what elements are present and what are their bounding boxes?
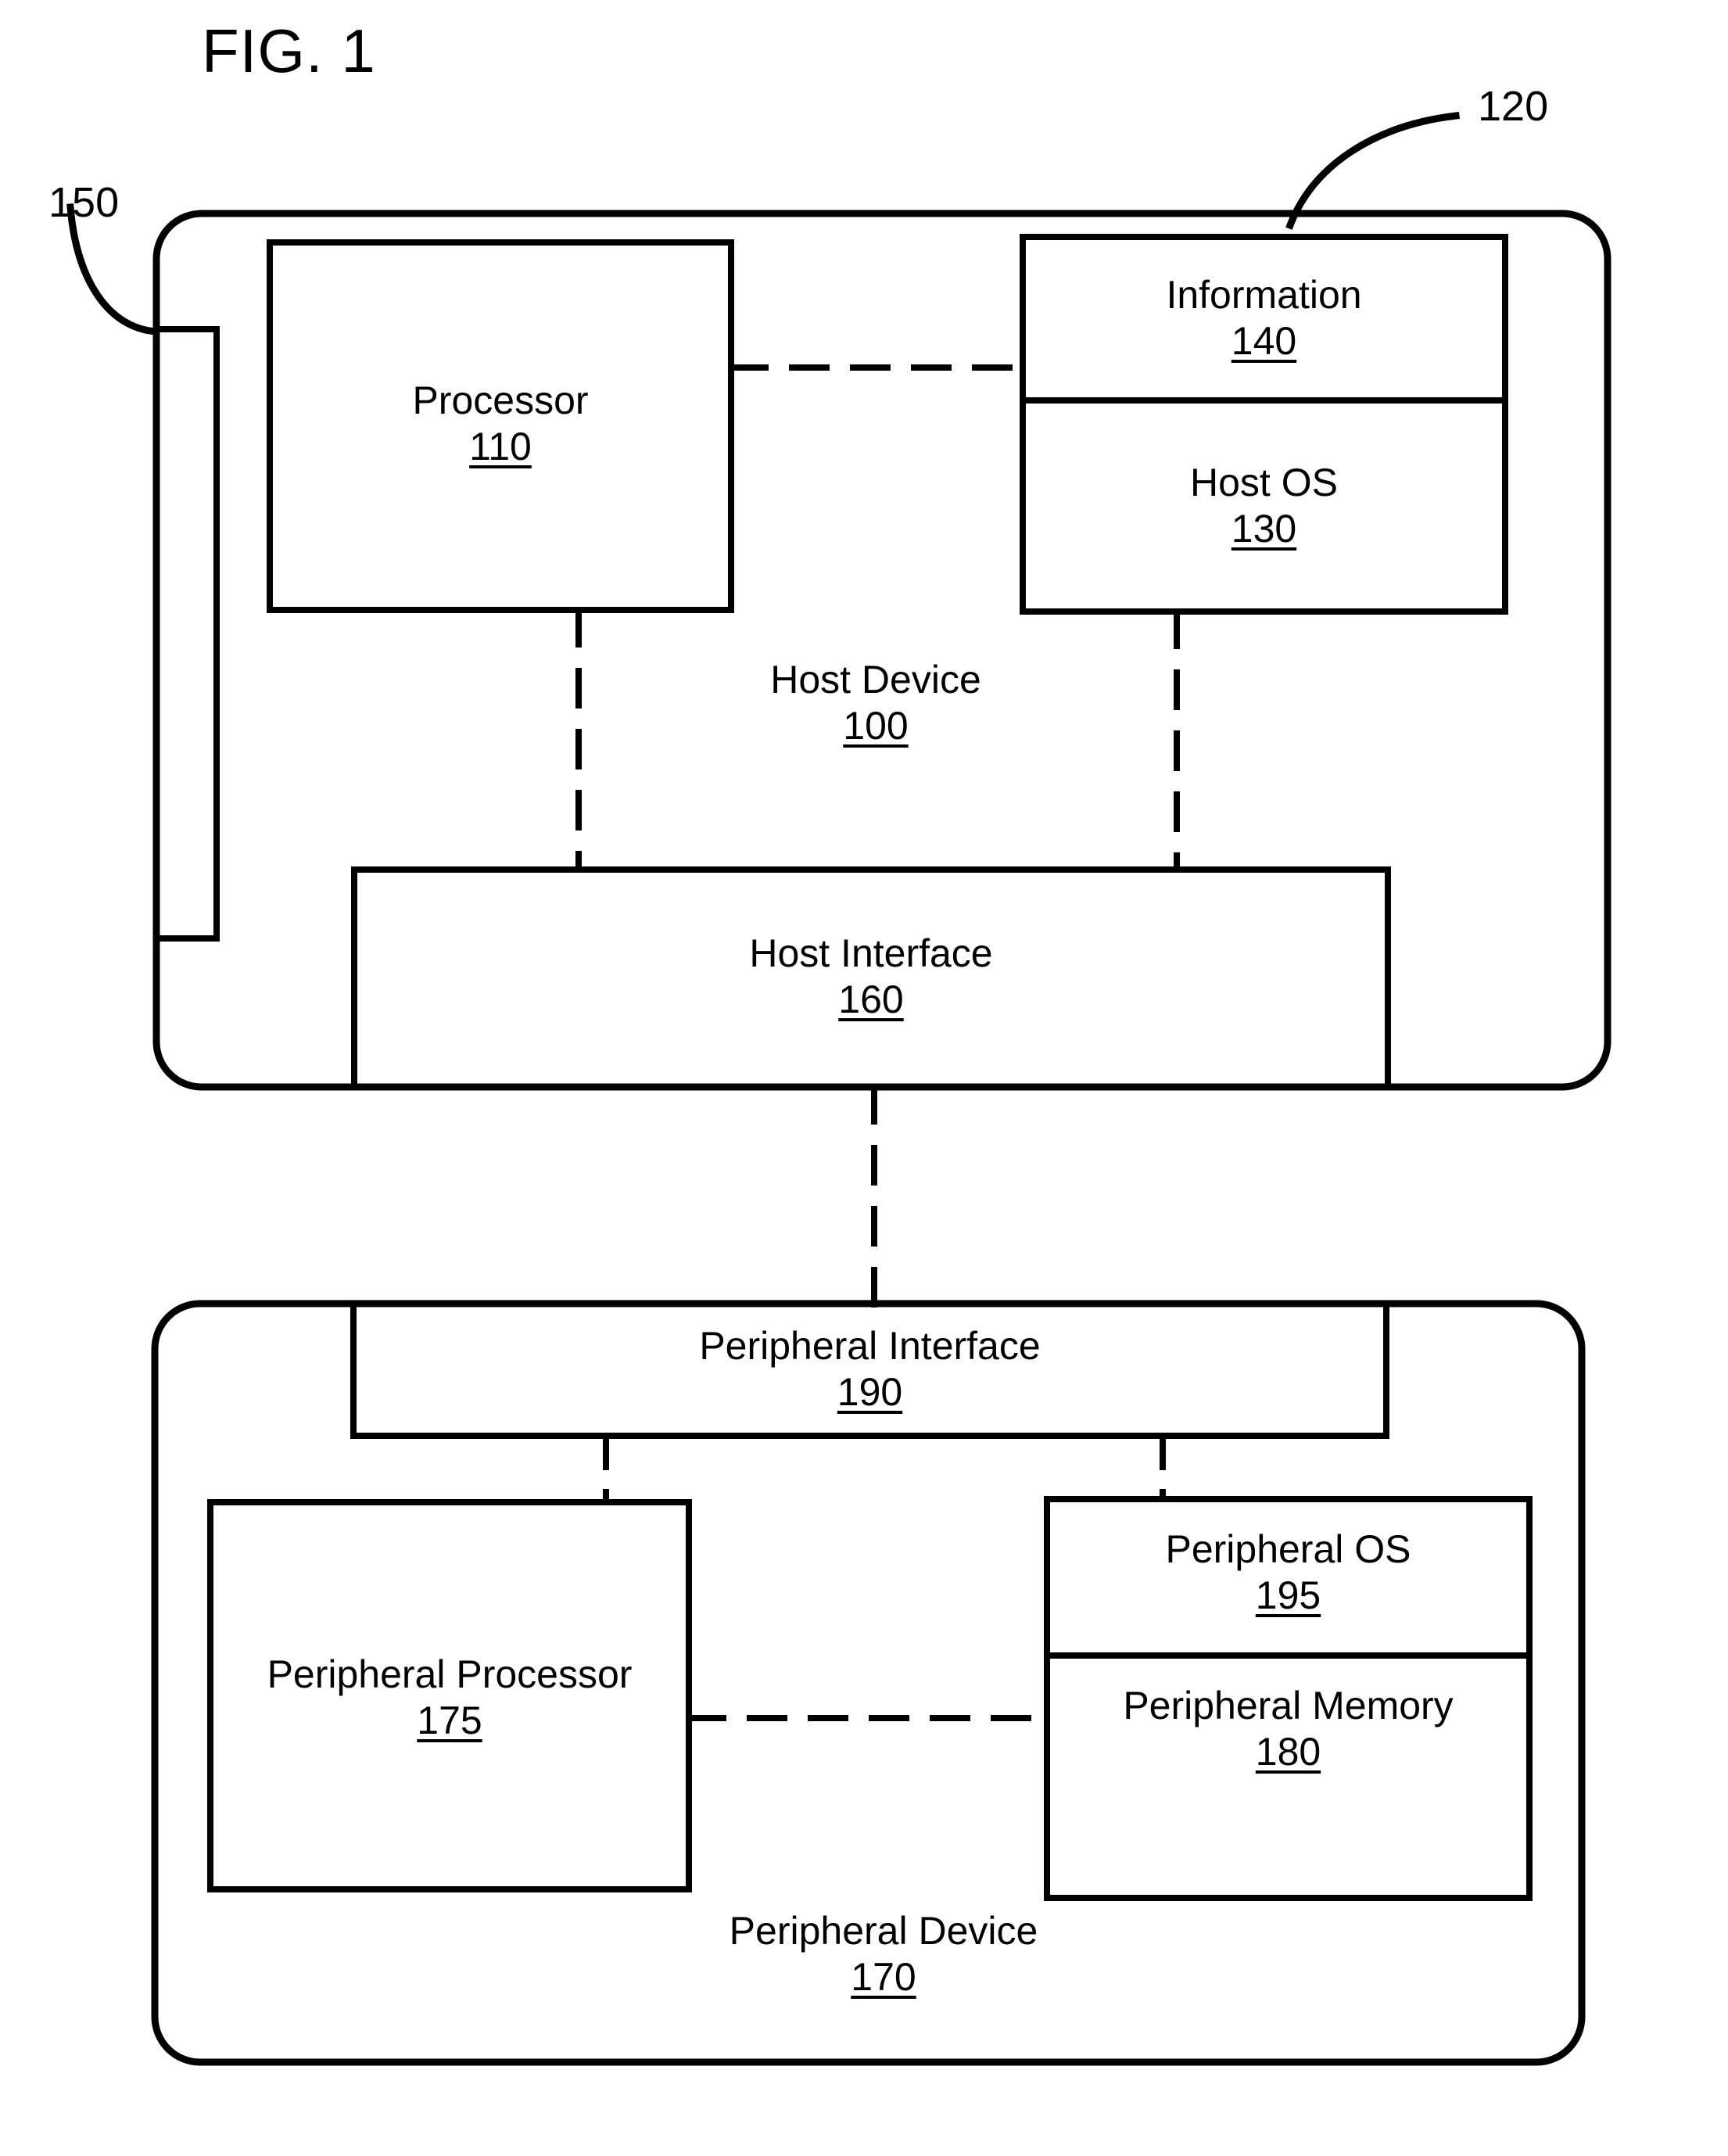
peripheral-interface-ref: 190 [837, 1370, 903, 1414]
host-interface-ref: 160 [838, 978, 904, 1021]
port-connector-150 [153, 326, 220, 942]
host-device-ref: 100 [843, 704, 909, 748]
host-interface-label: Host Interface 160 [354, 931, 1388, 1023]
peripheral-memory-ref: 180 [1255, 1730, 1321, 1774]
host-os-name: Host OS [1190, 461, 1338, 504]
information-name: Information [1166, 273, 1362, 317]
peripheral-device-ref: 170 [851, 1955, 916, 1999]
peripheral-device-name: Peripheral Device [729, 1909, 1038, 1953]
peripheral-device-label: Peripheral Device 170 [649, 1908, 1118, 2000]
peripheral-memory-name: Peripheral Memory [1123, 1684, 1454, 1727]
figure-title: FIG. 1 [202, 16, 376, 85]
information-label: Information 140 [1023, 272, 1505, 364]
peripheral-processor-name: Peripheral Processor [267, 1652, 633, 1696]
peripheral-os-name: Peripheral OS [1165, 1527, 1411, 1571]
peripheral-processor-ref: 175 [417, 1699, 482, 1742]
callout-ref-150: 150 [48, 179, 120, 226]
patent-figure-1: FIG. 1 120 150 Processor 110 Information… [0, 0, 1728, 2156]
host-os-ref: 130 [1231, 507, 1297, 551]
peripheral-interface-label: Peripheral Interface 190 [353, 1323, 1386, 1415]
peripheral-os-label: Peripheral OS 195 [1047, 1526, 1529, 1619]
peripheral-processor-label: Peripheral Processor 175 [191, 1652, 708, 1744]
callout-ref-120: 120 [1478, 83, 1549, 130]
callout-leader-120 [1285, 112, 1460, 230]
processor-ref: 110 [469, 425, 532, 468]
peripheral-os-ref: 195 [1255, 1573, 1321, 1617]
host-device-label: Host Device 100 [641, 657, 1110, 749]
host-interface-name: Host Interface [749, 931, 993, 975]
information-ref: 140 [1231, 319, 1297, 363]
processor-label: Processor 110 [270, 378, 731, 470]
processor-name: Processor [412, 378, 589, 422]
peripheral-interface-name: Peripheral Interface [699, 1324, 1041, 1368]
host-device-name: Host Device [770, 658, 981, 701]
peripheral-memory-label: Peripheral Memory 180 [1032, 1683, 1544, 1775]
host-os-label: Host OS 130 [1023, 460, 1505, 552]
